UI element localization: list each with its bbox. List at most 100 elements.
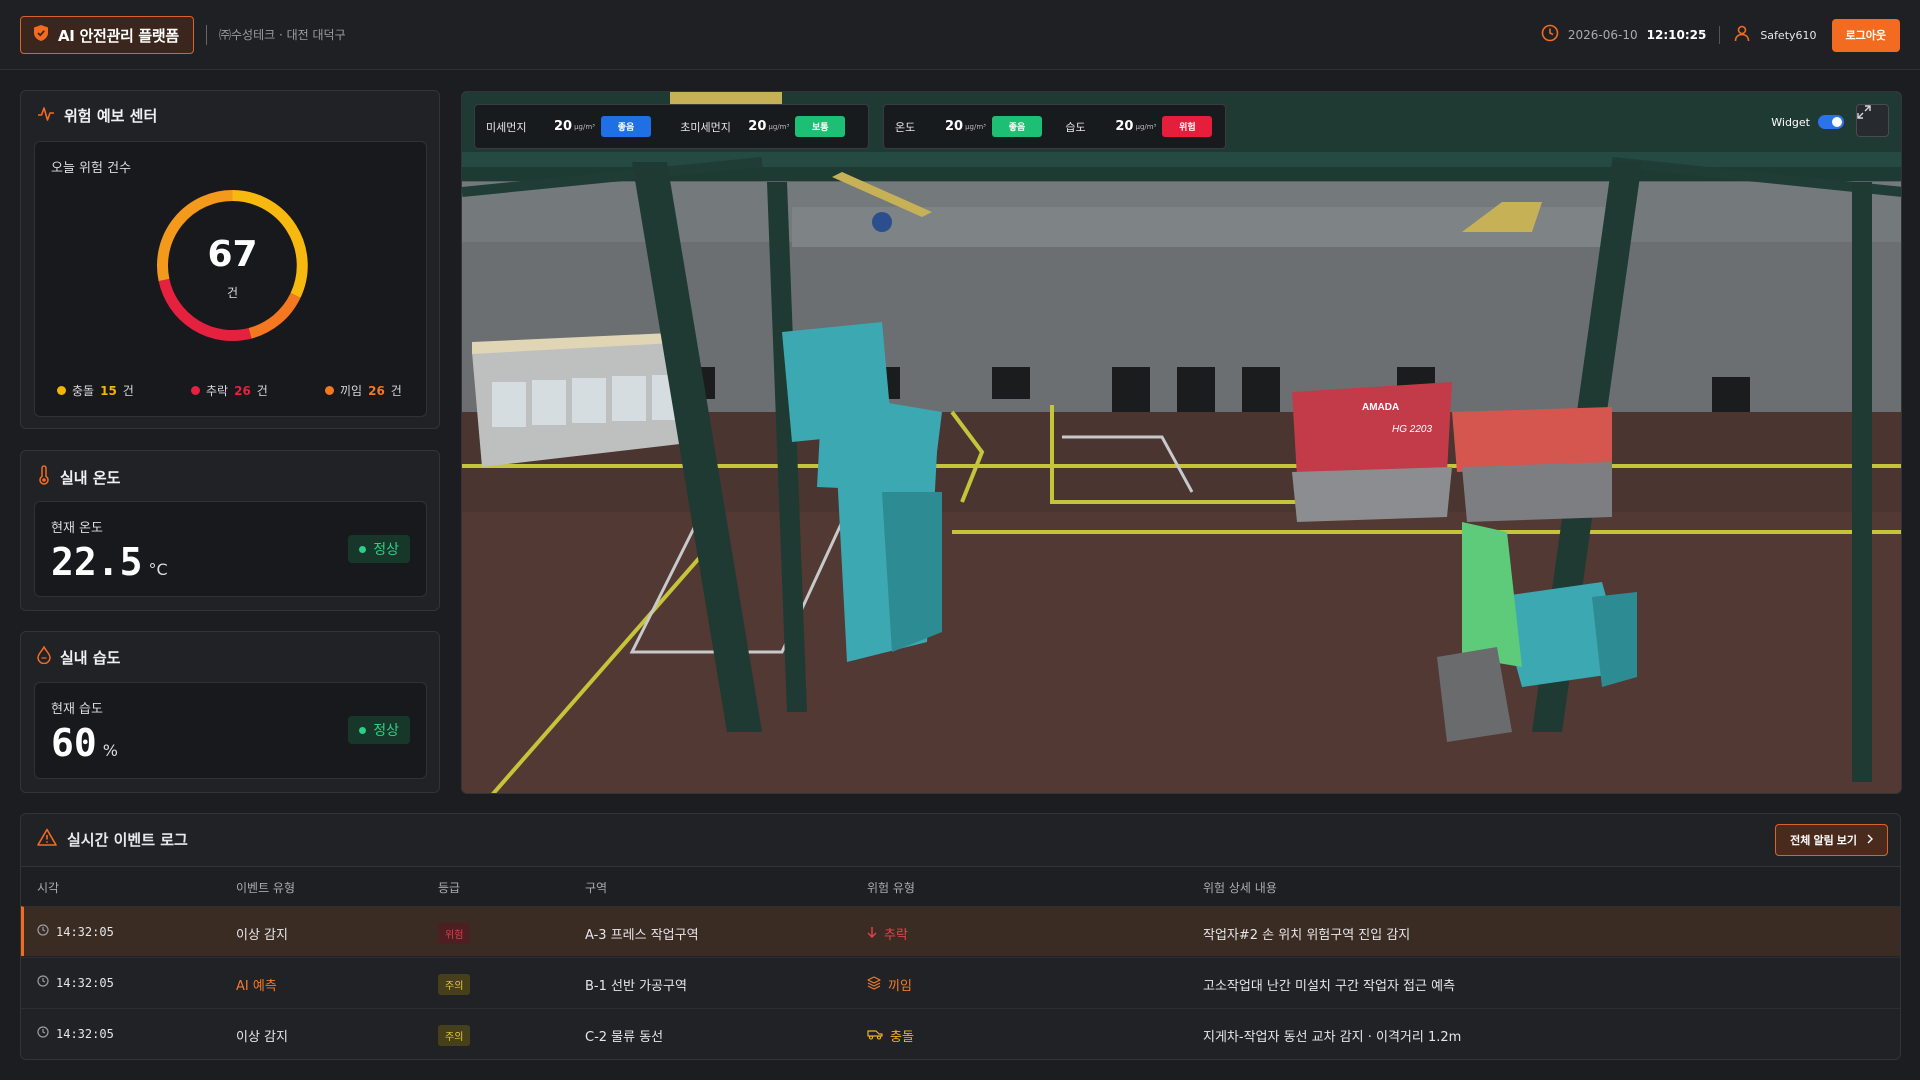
risk-total-unit: 건 [226,286,239,300]
sensor-label: 초미세먼지 [680,120,731,134]
brand-title: AI 안전관리 플랫폼 [58,26,179,45]
top-header: AI 안전관리 플랫폼 ㈜수성테크 · 대전 대덕구 2026-06-10 12… [0,0,1920,70]
column-header-time: 시각 [37,881,60,895]
view-all-alerts-button[interactable]: 전체 알림 보기 [1775,824,1888,856]
time-text: 14:32:05 [56,924,114,939]
donut-segment-caught [248,292,301,339]
status-dot [359,545,367,553]
row-zone: A-3 프레스 작업구역 [585,928,699,943]
table-row[interactable]: 14:32:05 이상 감지 위험 A-3 프레스 작업구역 추락 작업자#2 … [21,906,1900,956]
legend-dot [325,386,334,395]
grade-badge: 위험 [438,923,471,944]
panel-title: 위험 예보 센터 [37,105,157,126]
legend-collision: 충돌 15 건 [57,382,134,399]
header-date: 2026-06-10 [1567,28,1638,42]
status-label: 정상 [373,723,399,739]
row-grade: 주의 [438,974,471,995]
panel-title: 실내 온도 [37,465,120,489]
sensor-status-badge: 좋음 [600,116,651,137]
humidity-value-group: 60 % [51,721,118,765]
sensor-label: 습도 [1065,120,1086,134]
sensor-humidity: 습도 20 μg/m³ 위험 [1065,116,1214,137]
row-detail: 고소작업대 난간 미설치 구간 작업자 접근 예측 [1203,979,1456,994]
brand-logo[interactable]: AI 안전관리 플랫폼 [20,16,194,54]
user-icon [1733,24,1751,46]
view-all-label: 전체 알림 보기 [1790,835,1857,847]
humidity-status-badge: 정상 [348,716,410,744]
row-risk-type: 끼임 [867,975,912,994]
today-risk-label: 오늘 위험 건수 [51,161,132,176]
panel-title: 실내 습도 [37,645,121,668]
thermometer-icon [37,465,51,489]
drop-icon [37,645,51,668]
risk-total: 67 [207,234,258,275]
widget-toggle-group: Widget [1771,115,1844,129]
legend-label: 충돌 [72,384,95,398]
sensor-ultrafine-dust: 초미세먼지 20 μg/m³ 보통 [680,116,857,137]
row-detail: 지게차-작업자 동선 교차 감지 · 이격거리 1.2m [1203,1030,1462,1045]
humidity-unit: % [102,741,118,760]
legend-label: 추락 [206,384,229,398]
vehicle-icon [867,1028,883,1044]
sensor-label: 미세먼지 [486,120,527,134]
row-time: 14:32:05 [37,924,114,939]
table-row[interactable]: 14:32:05 AI 예측 주의 B-1 선반 가공구역 끼임 고소작업대 난… [21,957,1900,1007]
factory-scene-illustration: AMADA HG 2203 [462,92,1901,793]
sensor-value: 20 [554,119,573,134]
log-title-group: 실시간 이벤트 로그 [37,828,188,850]
fullscreen-button[interactable] [1856,104,1889,137]
indoor-humidity-panel: 실내 습도 현재 습도 60 % 정상 [20,631,440,793]
time-text: 14:32:05 [56,975,114,990]
clock-icon [37,975,49,990]
humidity-card: 현재 습도 60 % 정상 [34,682,427,779]
row-time: 14:32:05 [37,1026,114,1041]
legend-value: 26 [368,383,385,398]
legend-dot [191,386,200,395]
current-temperature-label: 현재 온도 [51,521,103,536]
divider [206,25,207,45]
sensor-unit: μg/m³ [574,122,595,131]
climate-widget: 온도 20 μg/m³ 좋음 습도 20 μg/m³ 위험 [883,104,1226,149]
machine-model-label: HG 2203 [1392,424,1432,435]
sensor-value: 20 [945,119,964,134]
legend-value: 26 [234,383,251,398]
column-header-risk-type: 위험 유형 [867,881,915,895]
sensor-unit: μg/m³ [768,122,790,131]
temperature-unit: °C [148,560,168,579]
sensor-label: 온도 [895,120,916,134]
row-detail: 작업자#2 손 위치 위험구역 진입 감지 [1203,928,1411,943]
temperature-value-group: 22.5 °C [51,540,168,584]
sensor-value: 20 [748,119,767,134]
user-name[interactable]: Safety610 [1760,29,1816,42]
legend-value: 15 [100,383,117,398]
legend-label: 끼임 [340,384,363,398]
sensor-unit: μg/m³ [1135,122,1157,131]
clock-icon [37,1026,49,1041]
risk-donut-chart: 67 건 [155,188,310,343]
legend-caught: 끼임 26 건 [325,382,402,399]
arrow-down-icon [867,926,877,942]
risk-count-card: 오늘 위험 건수 67 건 충돌 15 건 추락 26 건 끼임 26 건 [34,141,427,417]
divider [1719,26,1721,44]
clock-icon [37,924,49,939]
humidity-title: 실내 습도 [60,648,121,667]
widget-toggle[interactable] [1818,115,1844,129]
column-header-event-type: 이벤트 유형 [236,881,296,895]
row-event-type: AI 예측 [236,979,277,994]
temperature-card: 현재 온도 22.5 °C 정상 [34,501,427,597]
legend-unit: 건 [256,384,268,398]
sensor-status-badge: 위험 [1162,116,1213,137]
time-text: 14:32:05 [56,1026,114,1041]
legend-unit: 건 [390,384,402,398]
risk-type-text: 추락 [884,928,908,943]
logout-button[interactable]: 로그아웃 [1831,18,1900,52]
table-row[interactable]: 14:32:05 이상 감지 주의 C-2 물류 동선 충돌 지게차-작업자 동… [21,1008,1900,1058]
legend-fall: 추락 26 건 [191,382,268,399]
status-label: 정상 [373,542,399,558]
temperature-status-badge: 정상 [348,535,410,563]
layers-icon [867,975,881,994]
column-header-grade: 등급 [438,881,461,895]
indoor-temperature-panel: 실내 온도 현재 온도 22.5 °C 정상 [20,450,440,611]
current-humidity-label: 현재 습도 [51,702,103,717]
factory-3d-view[interactable]: AMADA HG 2203 미세먼지 20 μg/m³ 좋음 초미세먼지 20 … [461,91,1902,794]
